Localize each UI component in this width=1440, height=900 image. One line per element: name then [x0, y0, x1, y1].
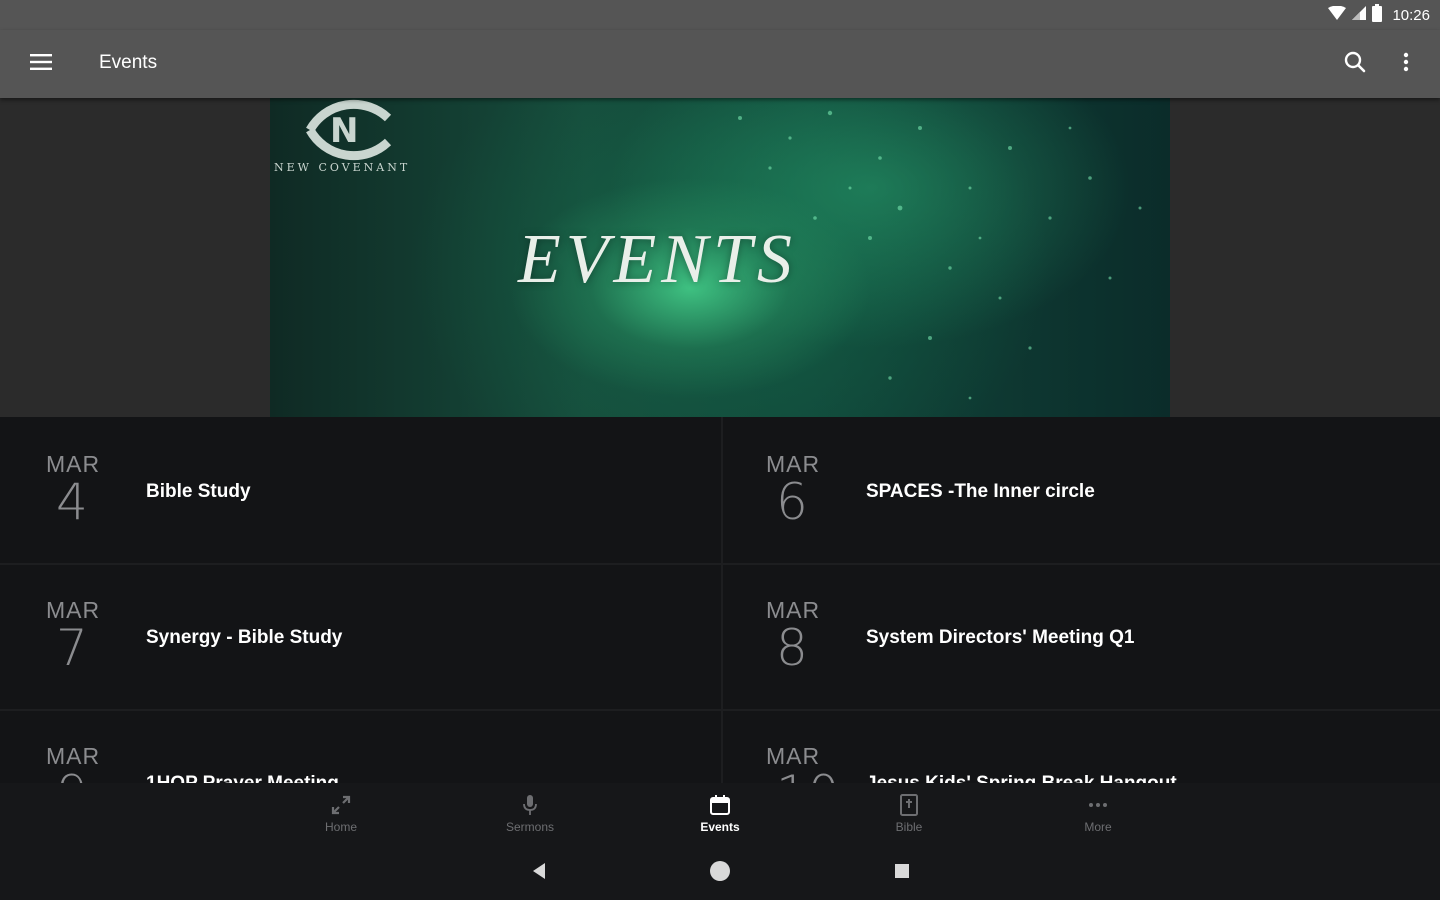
event-day: 4	[56, 473, 88, 531]
event-title: 1HOP Prayer Meeting	[146, 773, 339, 783]
brand-logo: N	[306, 99, 392, 161]
svg-text:N: N	[330, 111, 358, 151]
event-card[interactable]: MAR 6 SPACES -The Inner circle	[720, 417, 1440, 563]
hero-area: N NEW COVENANT EVENTS	[0, 98, 1440, 417]
bottom-navigation: Home Sermons Events Bible More	[0, 783, 1440, 843]
system-navigation-bar	[0, 843, 1440, 900]
status-icons: 10:26	[1328, 3, 1430, 27]
brand-name: NEW COVENANT	[274, 161, 411, 174]
nav-label-events: Events	[700, 820, 740, 834]
system-home-button[interactable]	[706, 859, 734, 887]
battery-icon	[1372, 3, 1383, 27]
event-card[interactable]: MAR 9 1HOP Prayer Meeting	[0, 709, 720, 783]
event-title: Synergy - Bible Study	[146, 627, 343, 648]
overflow-menu-button[interactable]	[1390, 48, 1422, 80]
more-vertical-icon	[1403, 52, 1409, 77]
event-day: 10	[776, 765, 840, 783]
event-day: 6	[776, 473, 808, 531]
menu-button[interactable]	[24, 48, 58, 80]
events-banner[interactable]: N NEW COVENANT EVENTS	[270, 98, 1170, 417]
search-icon	[1344, 51, 1366, 78]
microphone-icon	[470, 793, 590, 817]
system-recents-button[interactable]	[888, 859, 916, 887]
status-bar: 10:26	[0, 0, 1440, 30]
system-back-button[interactable]	[525, 859, 553, 887]
wifi-icon	[1328, 5, 1347, 25]
search-button[interactable]	[1338, 48, 1372, 80]
calendar-icon	[660, 793, 780, 817]
home-circle-icon	[708, 859, 732, 888]
nav-label-home: Home	[324, 820, 357, 834]
bible-icon	[849, 793, 969, 817]
nav-item-more[interactable]: More	[1038, 791, 1158, 839]
app-bar: Events	[0, 30, 1440, 98]
event-title: Bible Study	[146, 481, 251, 502]
nav-label-more: More	[1084, 820, 1112, 834]
nav-item-home[interactable]: Home	[281, 791, 401, 839]
home-icon	[281, 793, 401, 817]
recents-square-icon	[894, 863, 910, 884]
status-time: 10:26	[1392, 6, 1430, 24]
nav-item-events[interactable]: Events	[660, 791, 780, 839]
back-triangle-icon	[531, 862, 547, 885]
event-card[interactable]: MAR 10 Jesus Kids' Spring Break Hangout	[720, 709, 1440, 783]
banner-title: EVENTS	[518, 221, 797, 298]
more-dots-icon	[1038, 793, 1158, 817]
nav-label-sermons: Sermons	[505, 820, 555, 834]
cellular-signal-icon	[1352, 5, 1367, 25]
event-title: System Directors' Meeting Q1	[866, 627, 1135, 648]
events-grid: MAR 4 Bible Study MAR 6 SPACES -The Inne…	[0, 417, 1440, 783]
nav-item-bible[interactable]: Bible	[849, 791, 969, 839]
nav-item-sermons[interactable]: Sermons	[470, 791, 590, 839]
nav-label-bible: Bible	[895, 820, 923, 834]
event-card[interactable]: MAR 7 Synergy - Bible Study	[0, 563, 720, 709]
event-card[interactable]: MAR 8 System Directors' Meeting Q1	[720, 563, 1440, 709]
hamburger-menu-icon	[30, 53, 52, 75]
event-title: Jesus Kids' Spring Break Hangout	[866, 773, 1177, 783]
page-title: Events	[99, 52, 158, 73]
event-day: 9	[56, 765, 88, 783]
event-card[interactable]: MAR 4 Bible Study	[0, 417, 720, 563]
event-day: 7	[56, 619, 88, 677]
event-title: SPACES -The Inner circle	[866, 481, 1095, 502]
event-day: 8	[776, 619, 808, 677]
